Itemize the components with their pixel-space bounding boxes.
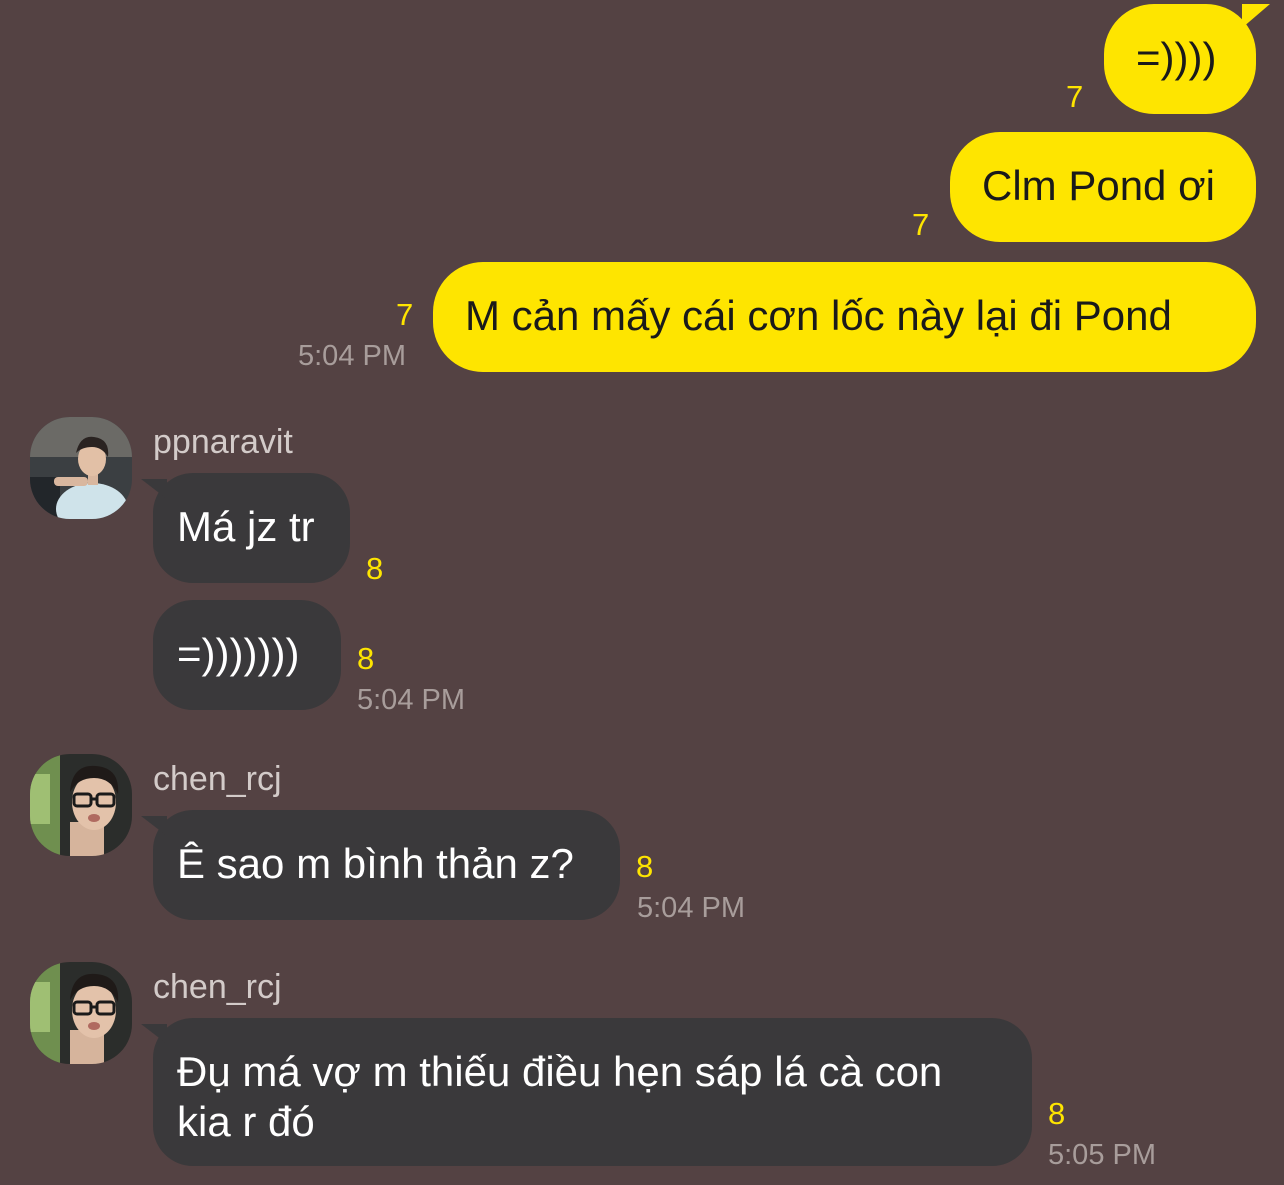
message-timestamp: 5:04 PM (637, 892, 745, 924)
unread-count: 8 (636, 849, 654, 884)
message-text: Clm Pond ơi (982, 162, 1215, 209)
unread-count: 8 (366, 551, 384, 586)
message-text: =))))))) (177, 630, 300, 677)
outgoing-message-bubble[interactable]: Clm Pond ơi (950, 132, 1256, 242)
message-text-line: Đụ má vợ m thiếu điều hẹn sáp lá cà con (177, 1048, 943, 1095)
message-text-line: kia r đó (177, 1098, 315, 1145)
message-timestamp: 5:04 PM (298, 340, 406, 372)
unread-count: 8 (357, 641, 375, 676)
message-timestamp: 5:04 PM (357, 684, 465, 716)
incoming-message-bubble[interactable]: =))))))) (153, 600, 341, 710)
outgoing-message-bubble[interactable]: =)))) (1104, 4, 1270, 114)
incoming-message-bubble[interactable]: Má jz tr (141, 473, 350, 583)
message-text: M cản mấy cái cơn lốc này lại đi Pond (465, 292, 1172, 339)
avatar[interactable] (30, 754, 132, 856)
message-text: =)))) (1136, 34, 1217, 81)
avatar[interactable] (30, 962, 132, 1064)
unread-count: 7 (396, 297, 414, 332)
message-text: Má jz tr (177, 503, 315, 550)
profile-photo-icon (30, 417, 132, 519)
unread-count: 7 (1066, 79, 1084, 114)
outgoing-message-bubble[interactable]: M cản mấy cái cơn lốc này lại đi Pond (433, 262, 1256, 372)
sender-name: ppnaravit (153, 423, 293, 461)
message-timestamp: 5:05 PM (1048, 1139, 1156, 1171)
message-text: Ê sao m bình thản z? (177, 840, 574, 887)
avatar[interactable] (30, 417, 132, 519)
profile-photo-icon (30, 962, 132, 1064)
sender-name: chen_rcj (153, 760, 282, 798)
incoming-message-bubble[interactable]: Ê sao m bình thản z? (141, 810, 620, 920)
incoming-message-bubble[interactable]: Đụ má vợ m thiếu điều hẹn sáp lá cà con … (141, 1018, 1032, 1166)
profile-photo-icon (30, 754, 132, 856)
sender-name: chen_rcj (153, 968, 282, 1006)
unread-count: 8 (1048, 1096, 1066, 1131)
unread-count: 7 (912, 207, 930, 242)
